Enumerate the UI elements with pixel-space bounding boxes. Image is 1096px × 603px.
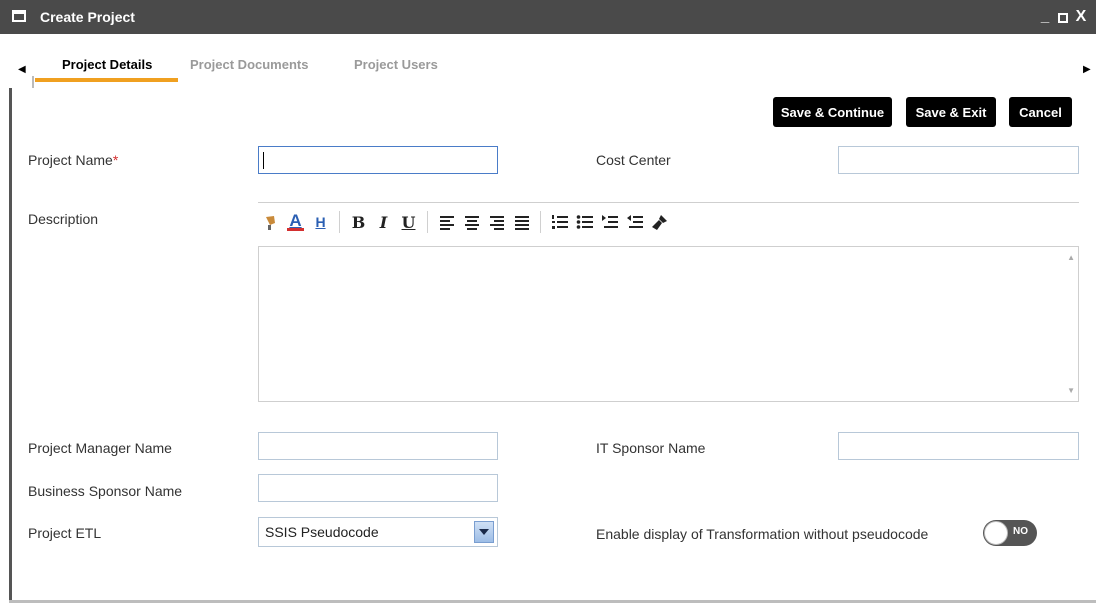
- toolbar-top-divider: [258, 202, 1079, 203]
- highlight-icon[interactable]: H: [308, 210, 333, 234]
- project-etl-selected-value: SSIS Pseudocode: [265, 524, 379, 540]
- save-continue-button[interactable]: Save & Continue: [773, 97, 892, 127]
- tab-scroll-right-icon[interactable]: ▶: [1083, 64, 1091, 75]
- font-color-icon[interactable]: A: [283, 210, 308, 234]
- required-marker: *: [112, 152, 119, 168]
- project-manager-input[interactable]: [258, 432, 498, 460]
- window-icon: [12, 10, 26, 22]
- tab-bar: ◀ Project Details Project Documents Proj…: [0, 34, 1096, 88]
- business-sponsor-input[interactable]: [258, 474, 498, 502]
- font-color-glyph: A: [289, 211, 302, 230]
- format-painter-icon[interactable]: [258, 210, 283, 234]
- outdent-icon[interactable]: [622, 210, 647, 234]
- italic-icon[interactable]: I: [371, 210, 396, 234]
- window-titlebar: Create Project _ X: [0, 0, 1096, 34]
- scroll-up-icon[interactable]: ▲: [1067, 253, 1075, 262]
- unordered-list-icon[interactable]: [572, 210, 597, 234]
- align-right-icon[interactable]: [484, 210, 509, 234]
- description-label: Description: [28, 211, 99, 227]
- close-icon[interactable]: X: [1074, 6, 1088, 28]
- underline-icon[interactable]: U: [396, 210, 421, 234]
- project-etl-select[interactable]: SSIS Pseudocode: [258, 517, 498, 547]
- minimize-icon[interactable]: _: [1038, 6, 1052, 28]
- tab-scroll-left-icon[interactable]: ◀: [18, 64, 26, 75]
- project-manager-label: Project Manager Name: [28, 440, 172, 456]
- tab-project-details[interactable]: Project Details: [62, 57, 152, 72]
- cost-center-label: Cost Center: [596, 152, 671, 168]
- project-name-label-text: Project Name: [28, 152, 113, 168]
- enable-display-toggle[interactable]: NO: [983, 520, 1037, 546]
- tab-project-users[interactable]: Project Users: [354, 57, 438, 72]
- ordered-list-icon[interactable]: [547, 210, 572, 234]
- it-sponsor-label: IT Sponsor Name: [596, 440, 706, 456]
- align-justify-icon[interactable]: [509, 210, 534, 234]
- project-name-input[interactable]: [258, 146, 498, 174]
- align-center-icon[interactable]: [459, 210, 484, 234]
- tab-project-documents[interactable]: Project Documents: [190, 57, 308, 72]
- enable-display-label: Enable display of Transformation without…: [596, 526, 929, 542]
- bold-icon[interactable]: B: [346, 210, 371, 234]
- tab-divider: [32, 76, 34, 88]
- text-caret: [263, 152, 264, 169]
- clear-format-icon[interactable]: [647, 210, 672, 234]
- scroll-down-icon[interactable]: ▼: [1067, 386, 1075, 395]
- editor-toolbar: A H B I U: [258, 208, 672, 236]
- panel-left-border: [9, 88, 12, 603]
- highlight-glyph: H: [315, 214, 326, 230]
- toolbar-separator: [427, 211, 428, 233]
- active-tab-indicator: [35, 78, 178, 82]
- dropdown-arrow-icon[interactable]: [474, 521, 494, 543]
- project-name-label: Project Name*: [28, 152, 118, 168]
- toolbar-separator: [339, 211, 340, 233]
- toggle-state-label: NO: [1013, 526, 1028, 537]
- window-controls: _ X: [1038, 6, 1088, 28]
- window-title: Create Project: [40, 9, 135, 25]
- save-exit-button[interactable]: Save & Exit: [906, 97, 996, 127]
- cost-center-input[interactable]: [838, 146, 1079, 174]
- toggle-knob: [984, 521, 1008, 545]
- indent-icon[interactable]: [597, 210, 622, 234]
- it-sponsor-input[interactable]: [838, 432, 1079, 460]
- cancel-button[interactable]: Cancel: [1009, 97, 1072, 127]
- description-editor[interactable]: ▲ ▼: [258, 246, 1079, 402]
- align-left-icon[interactable]: [434, 210, 459, 234]
- project-etl-label: Project ETL: [28, 525, 102, 541]
- toolbar-separator: [540, 211, 541, 233]
- business-sponsor-label: Business Sponsor Name: [28, 483, 183, 499]
- maximize-icon[interactable]: [1058, 13, 1068, 23]
